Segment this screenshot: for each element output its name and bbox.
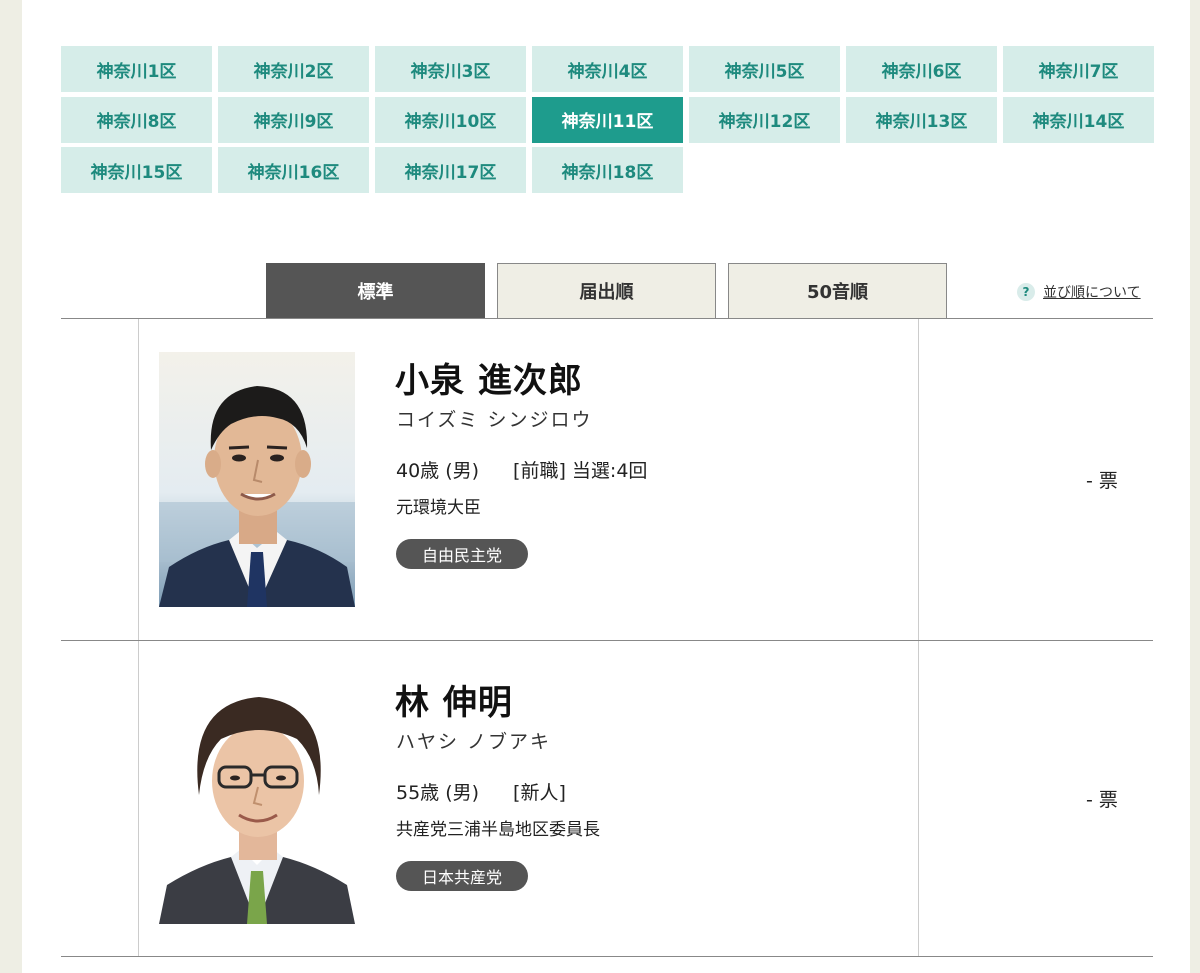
- candidate-age-sex: 40歳 (男): [396, 460, 480, 482]
- row-index-cell: [61, 641, 139, 956]
- candidate-age-sex: 55歳 (男): [396, 782, 480, 804]
- district-link-6[interactable]: 神奈川6区: [846, 46, 997, 92]
- row-index-cell: [61, 319, 139, 640]
- district-link-17[interactable]: 神奈川17区: [375, 147, 526, 193]
- candidate-meta: 40歳 (男) [前職] 当選:4回: [396, 456, 647, 483]
- district-link-16[interactable]: 神奈川16区: [218, 147, 369, 193]
- question-icon: ?: [1017, 283, 1035, 301]
- page-margin-right: [1190, 0, 1200, 973]
- candidate-photo-image: [159, 352, 355, 607]
- sort-help-label: 並び順について: [1043, 285, 1141, 301]
- sort-tabs: 標準 届出順 50音順: [266, 263, 947, 318]
- candidate-photo: [159, 675, 355, 924]
- party-badge: 自由民主党: [396, 539, 529, 569]
- candidate-votes: - 票: [1086, 789, 1118, 811]
- votes-divider: [918, 641, 919, 956]
- tab-kana-order[interactable]: 50音順: [728, 263, 947, 318]
- page-margin-left: [0, 0, 22, 973]
- district-link-10[interactable]: 神奈川10区: [375, 96, 526, 143]
- candidate-photo: [159, 352, 355, 607]
- district-link-7[interactable]: 神奈川7区: [1003, 46, 1154, 92]
- candidate-row: 小泉 進次郎 コイズミ シンジロウ 40歳 (男) [前職] 当選:4回 元環境大…: [61, 319, 1153, 641]
- candidate-row: 林 伸明 ハヤシ ノブアキ 55歳 (男) [新人] 共産党三浦半島地区委員長 日…: [61, 641, 1153, 957]
- district-link-2[interactable]: 神奈川2区: [218, 46, 369, 92]
- district-link-9[interactable]: 神奈川9区: [218, 96, 369, 143]
- district-link-11-active[interactable]: 神奈川11区: [532, 96, 683, 143]
- district-link-14[interactable]: 神奈川14区: [1003, 96, 1154, 143]
- candidate-votes: - 票: [1086, 470, 1118, 492]
- district-link-12[interactable]: 神奈川12区: [689, 96, 840, 143]
- district-link-4[interactable]: 神奈川4区: [532, 46, 683, 92]
- candidate-name: 林 伸明: [395, 683, 513, 723]
- district-link-18[interactable]: 神奈川18区: [532, 147, 683, 193]
- candidate-photo-image: [159, 675, 355, 924]
- candidate-kana: ハヤシ ノブアキ: [396, 731, 552, 753]
- district-link-8[interactable]: 神奈川8区: [61, 96, 212, 143]
- candidate-career: 元環境大臣: [396, 498, 481, 518]
- candidate-name: 小泉 進次郎: [395, 361, 583, 401]
- tab-standard[interactable]: 標準: [266, 263, 485, 318]
- district-nav: 神奈川1区 神奈川2区 神奈川3区 神奈川4区 神奈川5区 神奈川6区 神奈川7…: [61, 46, 1154, 193]
- candidate-status: [前職] 当選:4回: [513, 460, 648, 482]
- district-link-13[interactable]: 神奈川13区: [846, 96, 997, 143]
- district-link-5[interactable]: 神奈川5区: [689, 46, 840, 92]
- candidate-meta: 55歳 (男) [新人]: [396, 778, 566, 805]
- party-badge: 日本共産党: [396, 861, 529, 891]
- tab-filing-order[interactable]: 届出順: [497, 263, 716, 318]
- sort-help-link[interactable]: ? 並び順について: [1017, 282, 1141, 302]
- district-link-1[interactable]: 神奈川1区: [61, 46, 212, 92]
- candidate-status: [新人]: [513, 782, 566, 804]
- votes-divider: [918, 319, 919, 640]
- district-link-3[interactable]: 神奈川3区: [375, 46, 526, 92]
- district-link-15[interactable]: 神奈川15区: [61, 147, 212, 193]
- candidate-kana: コイズミ シンジロウ: [396, 409, 593, 431]
- candidate-career: 共産党三浦半島地区委員長: [396, 820, 600, 840]
